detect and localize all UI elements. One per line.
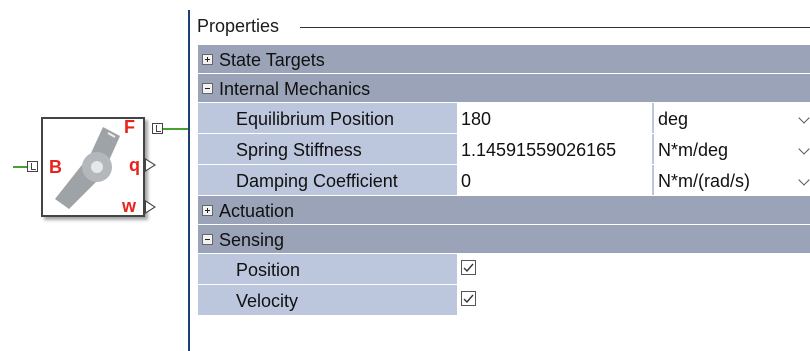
checkmark-icon [463, 294, 474, 304]
value-text: 0 [461, 171, 472, 191]
group-label: Internal Mechanics [219, 79, 371, 99]
port-label-w: w [122, 196, 137, 216]
chevron-down-icon[interactable] [798, 112, 810, 124]
property-label: Velocity [236, 291, 299, 311]
property-row-position: Position [198, 254, 810, 285]
group-internal-mechanics[interactable]: Internal Mechanics [198, 74, 810, 103]
unit-text: deg [658, 109, 689, 129]
group-label: State Targets [219, 50, 325, 70]
group-sensing[interactable]: Sensing [198, 225, 810, 254]
input-wire [13, 166, 27, 168]
port-label-q: q [129, 155, 140, 175]
port-f-connector-icon[interactable] [152, 123, 163, 134]
output-wire [163, 128, 188, 130]
collapse-icon[interactable] [202, 83, 213, 94]
group-actuation[interactable]: Actuation [198, 196, 810, 225]
checkmark-icon [463, 263, 474, 273]
group-label: Sensing [219, 230, 285, 250]
velocity-check-cell [456, 285, 810, 315]
unit-text: N*m/(rad/s) [658, 171, 751, 191]
properties-panel: Properties State Targets Internal Mechan… [191, 12, 810, 351]
chevron-down-icon[interactable] [798, 143, 810, 155]
damping-coefficient-value-field[interactable]: 0 [456, 165, 652, 195]
group-label: Actuation [219, 201, 295, 221]
spring-stiffness-value-field[interactable]: 1.14591559026165 [456, 134, 652, 164]
group-state-targets[interactable]: State Targets [198, 45, 810, 74]
panel-title: Properties [197, 16, 280, 36]
value-text: 1.14591559026165 [461, 140, 617, 160]
value-text: 180 [461, 109, 492, 129]
property-row-velocity: Velocity [198, 285, 810, 316]
spring-stiffness-unit-select[interactable]: N*m/deg [653, 134, 810, 164]
port-w-arrow-icon[interactable] [145, 200, 156, 214]
chevron-down-icon[interactable] [798, 174, 810, 186]
property-row-spring-stiffness: Spring Stiffness 1.14591559026165 N*m/de… [198, 134, 810, 165]
property-label: Spring Stiffness [236, 140, 362, 160]
port-label-b: B [49, 157, 62, 177]
unit-text: N*m/deg [658, 140, 729, 160]
equilibrium-position-value-field[interactable]: 180 [456, 103, 652, 133]
property-label: Damping Coefficient [236, 171, 398, 191]
property-row-equilibrium-position: Equilibrium Position 180 deg [198, 103, 810, 134]
property-row-damping-coefficient: Damping Coefficient 0 N*m/(rad/s) [198, 165, 810, 196]
property-label: Position [236, 260, 301, 280]
revolute-joint-block[interactable]: B F q w [41, 117, 145, 217]
block-diagram: B F q w [0, 0, 192, 351]
port-label-f: F [124, 117, 135, 137]
position-checkbox[interactable] [461, 260, 476, 275]
position-check-cell [456, 254, 810, 284]
property-label: Equilibrium Position [236, 109, 395, 129]
panel-splitter[interactable] [188, 10, 190, 351]
expand-icon[interactable] [202, 54, 213, 65]
expand-icon[interactable] [202, 205, 213, 216]
properties-grid: State Targets Internal Mechanics Equilib… [198, 45, 810, 316]
properties-header: Properties [197, 12, 810, 38]
velocity-checkbox[interactable] [461, 291, 476, 306]
port-q-arrow-icon[interactable] [145, 158, 156, 172]
equilibrium-position-unit-select[interactable]: deg [653, 103, 810, 133]
header-divider [300, 27, 810, 28]
port-b-connector-icon[interactable] [27, 161, 38, 172]
collapse-icon[interactable] [202, 234, 213, 245]
damping-coefficient-unit-select[interactable]: N*m/(rad/s) [653, 165, 810, 195]
